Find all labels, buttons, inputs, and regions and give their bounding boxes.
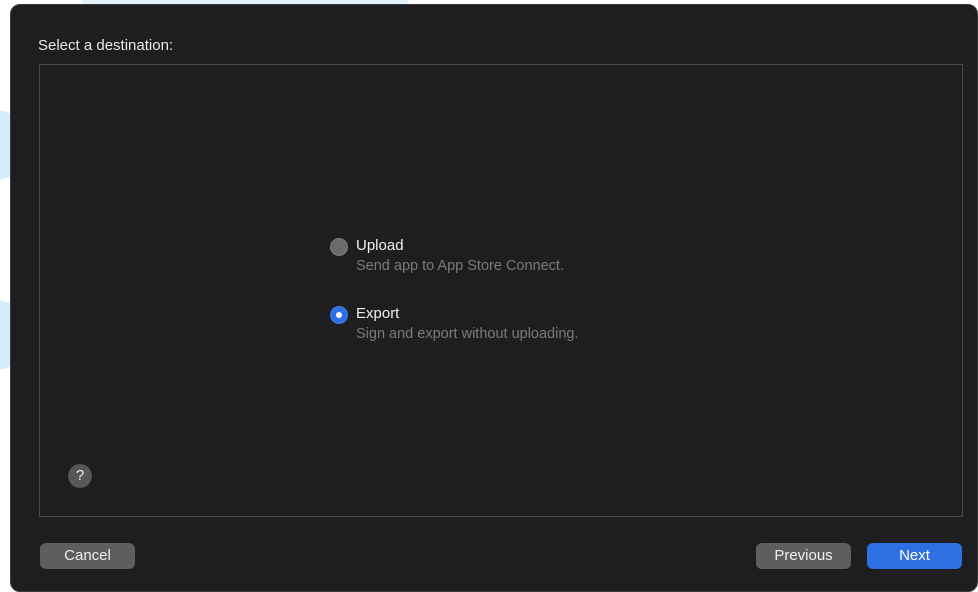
upload-radio-button[interactable] bbox=[330, 238, 348, 256]
export-option-title[interactable]: Export bbox=[356, 305, 399, 322]
destination-options-panel: Upload Send app to App Store Connect. Ex… bbox=[39, 64, 963, 517]
help-icon[interactable]: ? bbox=[68, 464, 92, 488]
upload-option-description: Send app to App Store Connect. bbox=[356, 258, 564, 274]
cancel-button[interactable]: Cancel bbox=[40, 543, 135, 569]
export-radio-button[interactable] bbox=[330, 306, 348, 324]
next-button[interactable]: Next bbox=[867, 543, 962, 569]
previous-button[interactable]: Previous bbox=[756, 543, 851, 569]
upload-option-title[interactable]: Upload bbox=[356, 237, 404, 254]
export-option-description: Sign and export without uploading. bbox=[356, 326, 579, 342]
dialog-heading: Select a destination: bbox=[38, 37, 174, 54]
distribution-dialog: Select a destination: Upload Send app to… bbox=[10, 4, 978, 592]
